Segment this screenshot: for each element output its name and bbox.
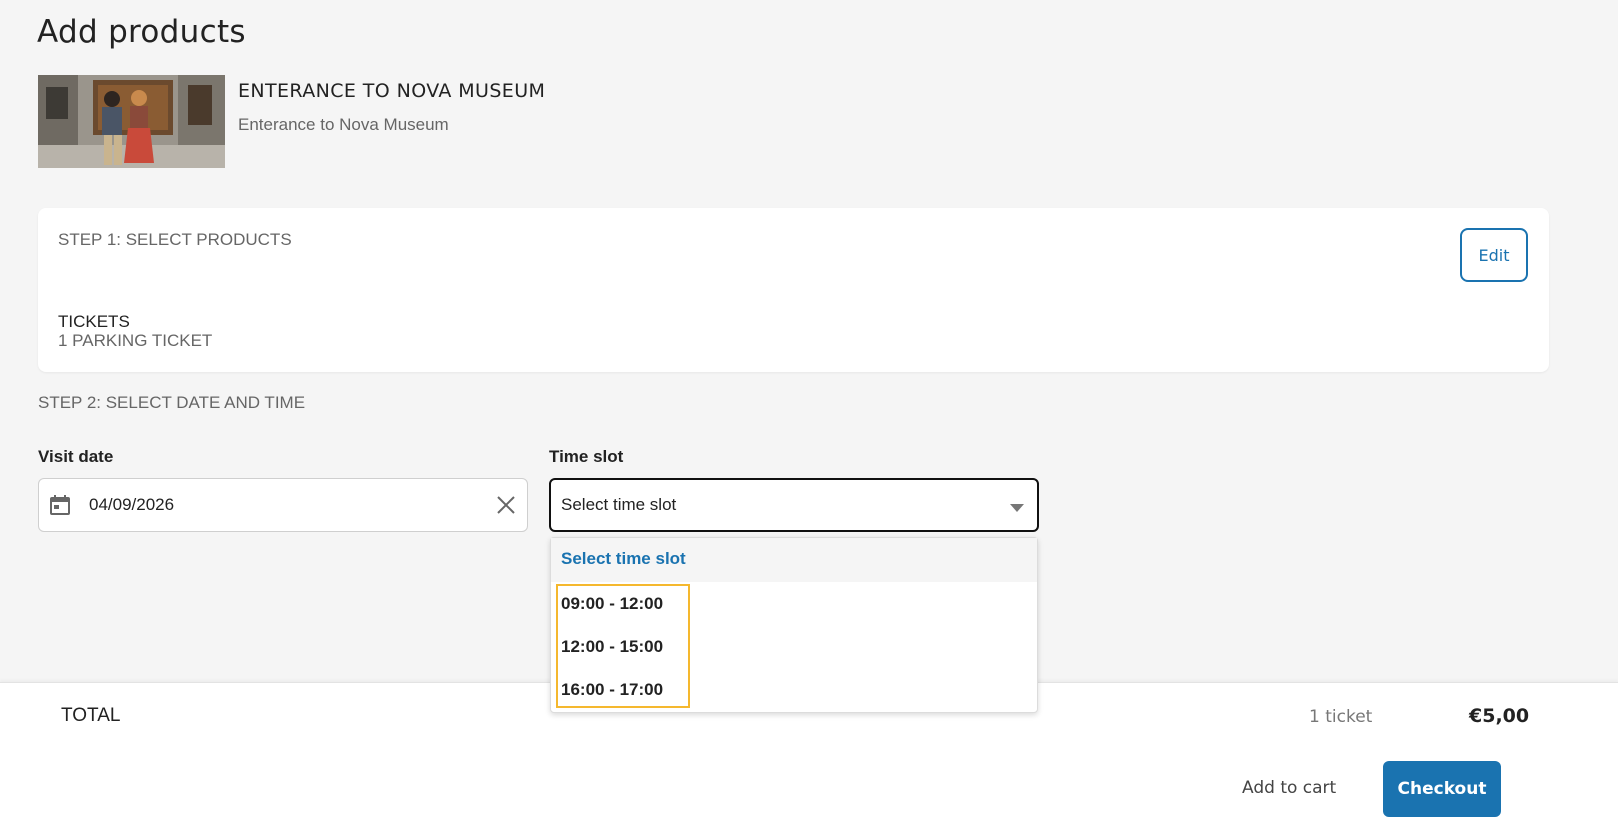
calendar-icon[interactable] <box>49 494 71 516</box>
add-to-cart-button[interactable]: Add to cart <box>1242 778 1336 798</box>
visit-date-label: Visit date <box>38 447 114 466</box>
ticket-count: 1 ticket <box>1309 707 1373 727</box>
time-slot-dropdown: Select time slot 09:00 - 12:00 12:00 - 1… <box>550 537 1038 713</box>
checkout-button[interactable]: Checkout <box>1383 761 1501 817</box>
product-name: ENTERANCE TO NOVA MUSEUM <box>238 80 546 102</box>
dropdown-option-placeholder[interactable]: Select time slot <box>551 538 1037 582</box>
time-slot-label: Time slot <box>549 447 624 466</box>
dropdown-option[interactable]: 09:00 - 12:00 <box>561 594 663 614</box>
tickets-value: 1 PARKING TICKET <box>58 331 213 350</box>
product-subtitle: Enterance to Nova Museum <box>238 115 449 134</box>
step2-title: STEP 2: SELECT DATE AND TIME <box>38 393 306 412</box>
visit-date-value: 04/09/2026 <box>89 495 175 514</box>
close-icon[interactable] <box>495 494 517 516</box>
step1-title: STEP 1: SELECT PRODUCTS <box>58 230 292 249</box>
visit-date-field[interactable]: 04/09/2026 <box>38 478 528 532</box>
page-title: Add products <box>37 14 246 50</box>
edit-button[interactable]: Edit <box>1460 228 1528 282</box>
total-price: €5,00 <box>1469 705 1530 727</box>
time-slot-value: Select time slot <box>561 495 677 514</box>
tickets-label: TICKETS <box>58 312 130 331</box>
time-slot-select[interactable]: Select time slot <box>549 478 1039 532</box>
step1-card: STEP 1: SELECT PRODUCTS Edit TICKETS 1 P… <box>38 208 1549 372</box>
chevron-down-icon <box>1010 500 1024 512</box>
dropdown-option[interactable]: 16:00 - 17:00 <box>561 680 663 700</box>
dropdown-option[interactable]: 12:00 - 15:00 <box>561 637 663 657</box>
museum-photo <box>38 75 225 168</box>
product-image <box>38 75 225 168</box>
total-label: TOTAL <box>61 705 121 726</box>
